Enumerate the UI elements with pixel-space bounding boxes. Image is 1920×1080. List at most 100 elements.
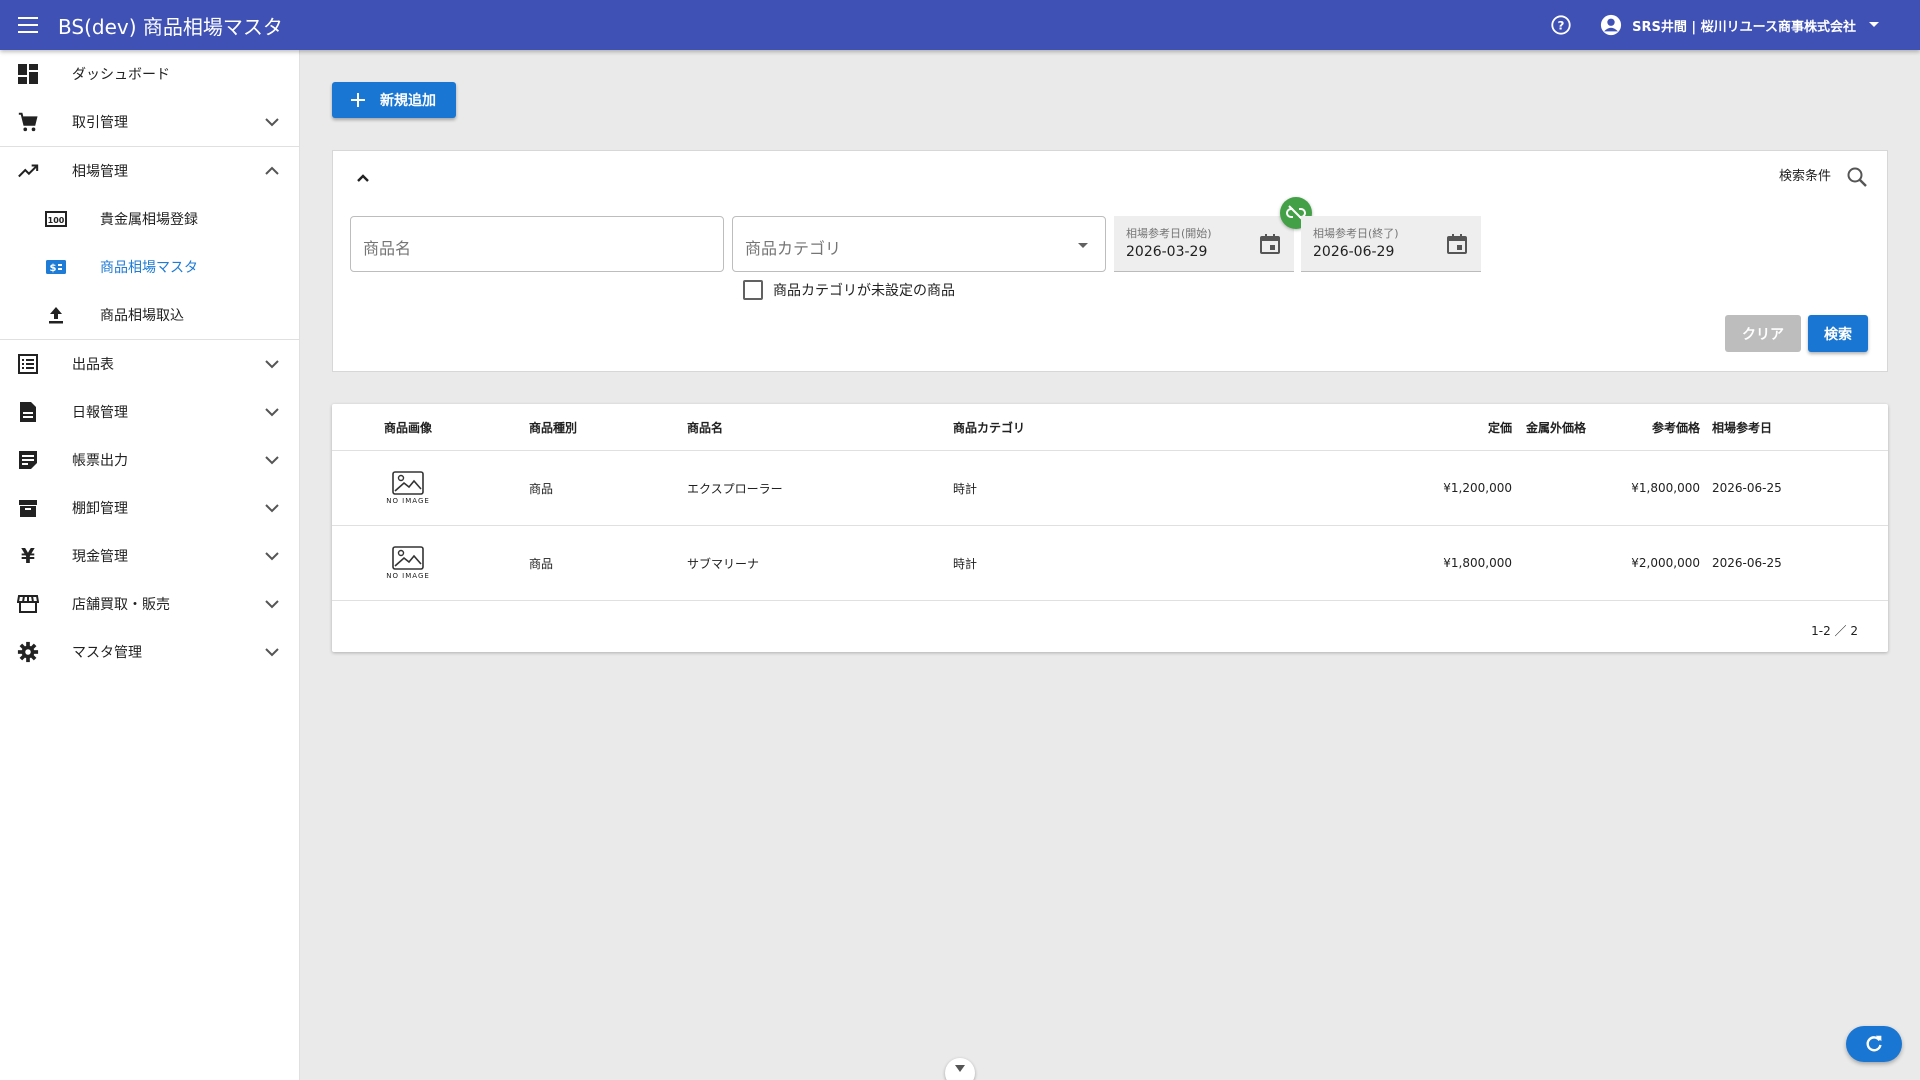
sidebar-item-market[interactable]: 相場管理 xyxy=(0,147,299,195)
ref-date-start-label: 相場参考日(開始) xyxy=(1126,227,1212,240)
calendar-icon[interactable] xyxy=(1445,232,1469,256)
col-header-ref-price[interactable]: 参考価格 xyxy=(1550,404,1700,450)
sidebar-item-listing[interactable]: 出品表 xyxy=(0,340,299,388)
sidebar-item-store[interactable]: 店舗買取・販売 xyxy=(0,580,299,628)
ref-date-end-field[interactable]: 相場参考日(終了) 2026-06-29 xyxy=(1301,216,1481,272)
clear-button[interactable]: クリア xyxy=(1725,315,1801,352)
ref-date-cell: 2026-06-25 xyxy=(1712,556,1782,570)
plus-icon xyxy=(351,93,365,107)
table-header: 商品画像 商品種別 商品名 商品カテゴリ 定価 金属外価格 参考価格 相場参考日 xyxy=(332,404,1888,451)
sidebar-item-label: 出品表 xyxy=(72,357,114,373)
user-menu-button[interactable]: SRS井間 | 桜川リユース商事株式会社 xyxy=(1600,14,1890,36)
product-name-placeholder: 商品名 xyxy=(363,239,412,258)
scroll-down-button[interactable] xyxy=(945,1058,975,1080)
add-new-button[interactable]: 新規追加 xyxy=(332,82,456,118)
type-cell: 商品 xyxy=(529,556,554,571)
chevron-down-icon xyxy=(265,552,279,561)
sidebar-item-label: ダッシュボード xyxy=(72,67,170,83)
notes-icon xyxy=(16,448,40,472)
ref-price-cell: ¥2,000,000 xyxy=(1631,556,1700,570)
sidebar-item-daily-report[interactable]: 日報管理 xyxy=(0,388,299,436)
sidebar-item-precious-metal[interactable]: 100 貴金属相場登録 xyxy=(0,195,299,243)
sidebar-item-product-market-import[interactable]: 商品相場取込 xyxy=(0,291,299,339)
product-image-cell: NO IMAGE xyxy=(362,526,454,600)
col-header-type[interactable]: 商品種別 xyxy=(529,404,577,450)
caret-down-icon xyxy=(1869,22,1879,27)
cart-icon xyxy=(16,110,40,134)
col-header-ref-date[interactable]: 相場参考日 xyxy=(1712,404,1772,450)
unset-category-checkbox[interactable] xyxy=(743,280,763,300)
sidebar: ダッシュボード 取引管理 相場管理 100 貴金属相場登録 $ 商品相場マスタ … xyxy=(0,50,300,1080)
search-icon[interactable] xyxy=(1845,165,1869,189)
product-name-input[interactable]: 商品名 xyxy=(350,216,724,272)
settings-icon xyxy=(16,640,40,664)
price-tag-icon: $ xyxy=(44,255,68,279)
svg-text:$: $ xyxy=(50,263,57,274)
app-bar: BS(dev) 商品相場マスタ ? SRS井間 | 桜川リユース商事株式会社 xyxy=(0,0,1920,50)
sidebar-item-transactions[interactable]: 取引管理 xyxy=(0,98,299,146)
no-image-placeholder: NO IMAGE xyxy=(386,546,430,580)
ref-date-cell: 2026-06-25 xyxy=(1712,481,1782,495)
table-row[interactable]: NO IMAGE 商品 エクスプローラー 時計 ¥1,200,000 ¥1,80… xyxy=(332,451,1888,526)
dashboard-icon xyxy=(16,62,40,86)
name-cell: サブマリーナ xyxy=(687,556,760,571)
results-table: 商品画像 商品種別 商品名 商品カテゴリ 定価 金属外価格 参考価格 相場参考日… xyxy=(332,404,1888,652)
document-icon xyxy=(16,400,40,424)
search-panel: 検索条件 商品名 商品カテゴリ 相場参考日(開始) 2026-03-29 相場参… xyxy=(332,150,1888,372)
chevron-up-icon[interactable] xyxy=(351,167,375,191)
upload-icon xyxy=(44,303,68,327)
unset-category-label: 商品カテゴリが未設定の商品 xyxy=(773,283,955,299)
sidebar-item-label: 商品相場マスタ xyxy=(100,260,198,276)
refresh-button[interactable] xyxy=(1846,1026,1902,1062)
chevron-down-icon xyxy=(265,456,279,465)
sidebar-item-product-market-master[interactable]: $ 商品相場マスタ xyxy=(0,243,299,291)
table-row[interactable]: NO IMAGE 商品 サブマリーナ 時計 ¥1,800,000 ¥2,000,… xyxy=(332,526,1888,601)
product-category-placeholder: 商品カテゴリ xyxy=(745,239,842,258)
calendar-icon[interactable] xyxy=(1258,232,1282,256)
dropdown-arrow-icon xyxy=(1078,243,1088,248)
sidebar-item-label: 取引管理 xyxy=(72,115,128,131)
user-name: SRS井間 | 桜川リユース商事株式会社 xyxy=(1632,19,1856,35)
ref-date-end-label: 相場参考日(終了) xyxy=(1313,227,1399,240)
sidebar-item-cash[interactable]: ¥ 現金管理 xyxy=(0,532,299,580)
no-image-text: NO IMAGE xyxy=(386,497,430,505)
type-cell: 商品 xyxy=(529,481,554,496)
refresh-icon xyxy=(1866,1035,1882,1052)
help-icon[interactable]: ? xyxy=(1548,12,1574,38)
sidebar-item-label: 店舗買取・販売 xyxy=(72,597,170,613)
col-header-category[interactable]: 商品カテゴリ xyxy=(953,404,1025,450)
chevron-down-icon xyxy=(265,504,279,513)
chevron-down-icon xyxy=(265,360,279,369)
chevron-down-icon xyxy=(265,118,279,127)
search-conditions-title: 検索条件 xyxy=(1778,169,1831,184)
menu-icon[interactable] xyxy=(0,0,58,50)
sidebar-item-master[interactable]: マスタ管理 xyxy=(0,628,299,676)
chevron-down-icon xyxy=(265,600,279,609)
product-category-select[interactable]: 商品カテゴリ xyxy=(732,216,1106,272)
svg-text:100: 100 xyxy=(48,216,65,225)
list-icon xyxy=(16,352,40,376)
product-image-cell: NO IMAGE xyxy=(362,451,454,525)
store-icon xyxy=(16,592,40,616)
ref-date-start-field[interactable]: 相場参考日(開始) 2026-03-29 xyxy=(1114,216,1294,272)
no-image-placeholder: NO IMAGE xyxy=(386,471,430,505)
sidebar-item-forms-output[interactable]: 帳票出力 xyxy=(0,436,299,484)
sidebar-item-inventory[interactable]: 棚卸管理 xyxy=(0,484,299,532)
add-new-label: 新規追加 xyxy=(380,93,436,109)
chevron-up-icon xyxy=(265,166,279,175)
account-circle-icon xyxy=(1601,14,1622,36)
ref-price-cell: ¥1,800,000 xyxy=(1631,481,1700,495)
col-header-name[interactable]: 商品名 xyxy=(687,404,723,450)
sidebar-item-dashboard[interactable]: ダッシュボード xyxy=(0,50,299,98)
trending-up-icon xyxy=(16,159,40,183)
sidebar-item-label: 帳票出力 xyxy=(72,453,128,469)
category-cell: 時計 xyxy=(953,556,978,571)
sidebar-item-label: 商品相場取込 xyxy=(100,308,184,324)
no-image-text: NO IMAGE xyxy=(386,572,430,580)
search-button[interactable]: 検索 xyxy=(1808,315,1868,352)
sidebar-item-label: 日報管理 xyxy=(72,405,128,421)
unset-category-checkbox-row[interactable]: 商品カテゴリが未設定の商品 xyxy=(743,280,955,300)
archive-icon xyxy=(16,496,40,520)
col-header-image[interactable]: 商品画像 xyxy=(362,404,454,450)
image-icon xyxy=(392,471,424,495)
